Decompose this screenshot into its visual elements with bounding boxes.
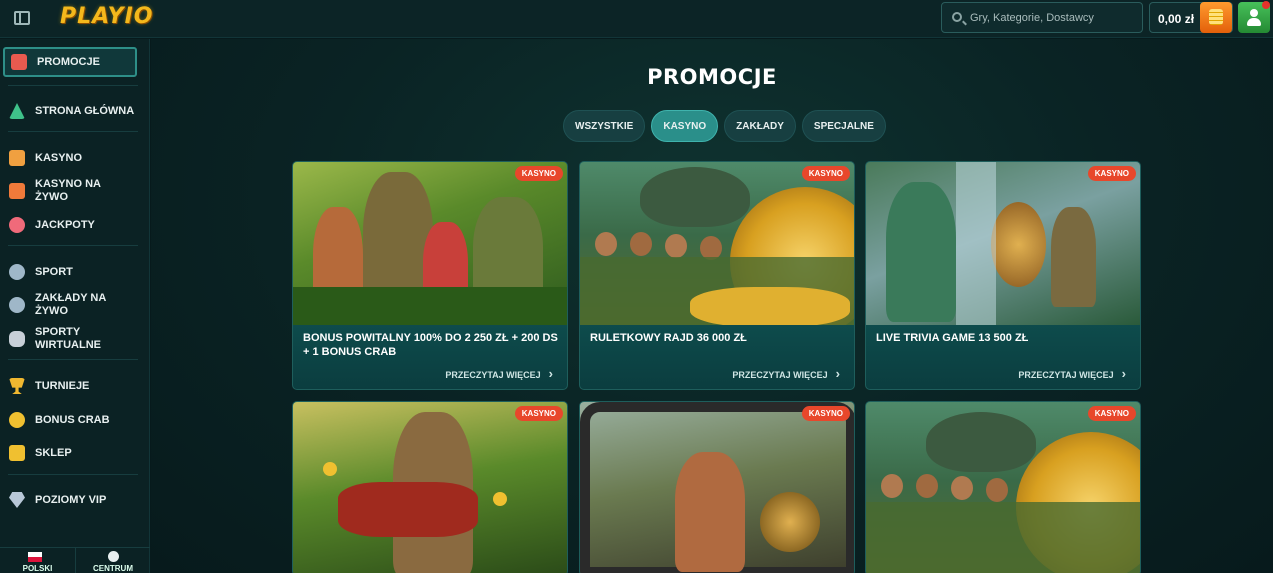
promo-card[interactable]: Kasyno: [865, 401, 1141, 573]
sidebar: Promocje Strona Główna Kasyno Kasyno na …: [0, 39, 150, 573]
poland-flag-icon: [28, 552, 42, 562]
gift-icon: [11, 54, 27, 70]
diamond-icon: [9, 492, 25, 508]
category-badge: Kasyno: [1087, 166, 1136, 181]
promo-card[interactable]: Kasyno Bonus powitalny 100% do 2 250 zł …: [292, 161, 568, 390]
sidebar-divider: [8, 85, 138, 86]
sidebar-item-label: Sklep: [35, 446, 72, 459]
casino-chest-icon: [9, 150, 25, 166]
promo-card[interactable]: Kasyno: [292, 401, 568, 573]
sidebar-divider: [8, 245, 138, 246]
promo-title: Bonus powitalny 100% do 2 250 zł + 200 D…: [303, 332, 558, 358]
gamepad-icon: [9, 331, 25, 347]
sidebar-item-label: Bonus Crab: [35, 413, 110, 426]
crab-coin-icon: [9, 412, 25, 428]
sidebar-divider: [8, 359, 138, 360]
promo-title: Ruletkowy Rajd 36 000 zł: [590, 332, 747, 344]
sidebar-item-label: Strona Główna: [35, 104, 135, 117]
promo-image-jungle-buggy: [580, 402, 854, 573]
shop-bag-icon: [9, 445, 25, 461]
sidebar-item-label: Sport: [35, 265, 73, 278]
tab-betting[interactable]: Zakłady: [724, 110, 796, 142]
tab-casino[interactable]: Kasyno: [651, 110, 719, 142]
sidebar-item-label: Sporty wirtualne: [35, 326, 101, 351]
promo-card[interactable]: Kasyno Live Trivia Game 13 500 zł Przecz…: [865, 161, 1141, 390]
sidebar-item-tournaments[interactable]: Turnieje: [3, 378, 137, 394]
sidebar-item-virtual-sports[interactable]: Sporty wirtualne: [3, 326, 103, 352]
category-badge: Kasyno: [801, 406, 850, 421]
promo-title: Live Trivia Game 13 500 zł: [876, 332, 1029, 344]
ball-icon: [9, 264, 25, 280]
read-more-link[interactable]: Przeczytaj więcej: [445, 366, 553, 381]
sidebar-item-label: Turnieje: [35, 379, 90, 392]
notification-dot: [1262, 1, 1270, 9]
category-badge: Kasyno: [1087, 406, 1136, 421]
sidebar-item-kasyno[interactable]: Kasyno: [3, 150, 137, 166]
sidebar-item-jackpots[interactable]: Jackpoty: [3, 217, 137, 233]
sidebar-footer: POLSKI CENTRUM: [0, 547, 150, 573]
help-label: CENTRUM: [93, 564, 133, 573]
sidebar-item-live-betting[interactable]: Zakłady na żywo: [3, 292, 113, 318]
main-content: PROMOCJE Wszystkie Kasyno Zakłady Specja…: [151, 39, 1273, 573]
language-label: POLSKI: [22, 564, 53, 573]
tab-special[interactable]: Specjalne: [801, 110, 886, 142]
promo-card[interactable]: Kasyno Ruletkowy Rajd 36 000 zł Przeczyt…: [579, 161, 855, 390]
live-cards-icon: [9, 183, 25, 199]
promo-filter-tabs: Wszystkie Kasyno Zakłady Specjalne: [563, 110, 886, 142]
read-more-link[interactable]: Przeczytaj więcej: [732, 366, 840, 381]
sidebar-item-vip[interactable]: Poziomy VIP: [3, 492, 137, 508]
sidebar-divider: [8, 131, 138, 132]
category-badge: Kasyno: [801, 166, 850, 181]
read-more-link[interactable]: Przeczytaj więcej: [1018, 366, 1126, 381]
sidebar-divider: [8, 474, 138, 475]
search-box[interactable]: [941, 2, 1143, 33]
promo-image-jungle-explorers: [293, 162, 567, 325]
promo-image-roulette-crocodile-2: [866, 402, 1140, 573]
page-title: PROMOCJE: [647, 65, 777, 89]
sidebar-item-sport[interactable]: Sport: [3, 264, 137, 280]
home-icon: [9, 103, 25, 119]
promo-image-roulette-crocodile: [580, 162, 854, 325]
category-badge: Kasyno: [514, 406, 563, 421]
sidebar-item-label: Poziomy VIP: [35, 493, 107, 506]
balance-value: 0,00 zł: [1158, 12, 1195, 26]
top-bar: PLAYIO 0,00 zł: [0, 0, 1273, 38]
sidebar-item-bonus-crab[interactable]: Bonus Crab: [3, 412, 137, 428]
sidebar-item-label: Kasyno: [35, 151, 83, 164]
sidebar-item-label: Promocje: [37, 55, 100, 68]
jackpot-clover-icon: [9, 217, 25, 233]
search-input[interactable]: [970, 3, 1140, 32]
search-icon: [952, 12, 962, 22]
live-sport-icon: [9, 297, 25, 313]
help-center-link[interactable]: CENTRUM: [75, 548, 150, 573]
tab-all[interactable]: Wszystkie: [563, 110, 646, 142]
category-badge: Kasyno: [514, 166, 563, 181]
sidebar-item-live-casino[interactable]: Kasyno na żywo: [3, 178, 103, 204]
sidebar-item-home[interactable]: Strona Główna: [3, 103, 137, 119]
logo[interactable]: PLAYIO: [60, 4, 153, 29]
sidebar-item-label: Kasyno na żywo: [35, 178, 101, 203]
sidebar-item-label: Zakłady na żywo: [35, 292, 106, 317]
help-icon: [108, 551, 119, 562]
promo-image-trivia-waterfall: [866, 162, 1140, 325]
language-selector[interactable]: POLSKI: [0, 548, 75, 573]
promo-image-slot-strongman: [293, 402, 567, 573]
sidebar-item-shop[interactable]: Sklep: [3, 445, 137, 461]
sidebar-toggle-icon[interactable]: [14, 11, 30, 25]
promo-card[interactable]: Kasyno: [579, 401, 855, 573]
trophy-icon: [9, 378, 25, 394]
sidebar-item-promocje[interactable]: Promocje: [3, 47, 137, 77]
sidebar-item-label: Jackpoty: [35, 218, 95, 231]
deposit-coins-button[interactable]: [1200, 2, 1232, 33]
